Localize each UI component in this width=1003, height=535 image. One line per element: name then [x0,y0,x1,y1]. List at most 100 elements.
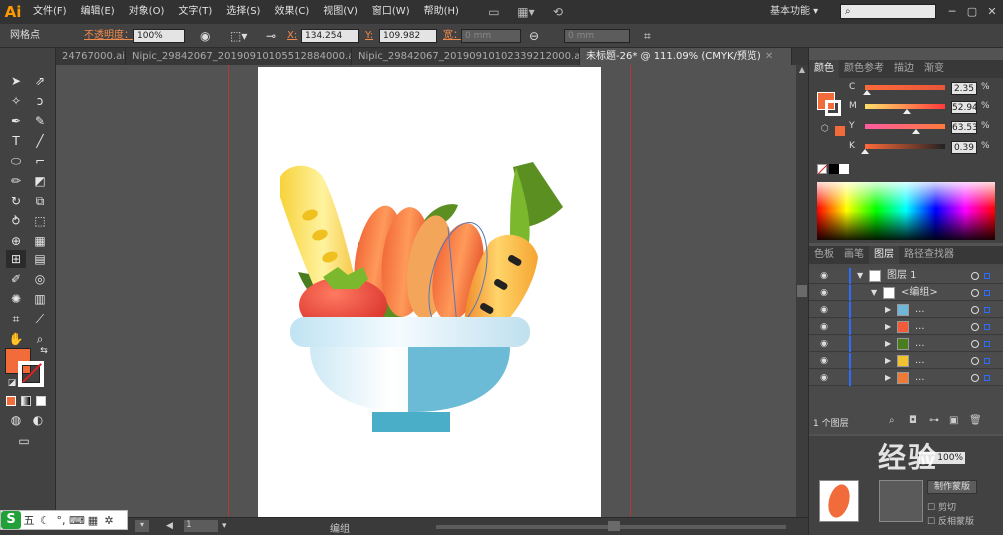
layer-row[interactable]: ◉ ▼ <编组> [809,285,1003,301]
magenta-value[interactable]: 52.94 [951,101,978,114]
expand-triangle-icon[interactable]: ▶ [885,302,891,318]
gamut-swatch[interactable] [835,126,845,136]
black-track[interactable] [865,144,945,149]
gradient-tool-icon[interactable]: ▤ [30,250,50,268]
make-clipping-mask-icon[interactable]: ◘ [909,415,917,426]
menu-effect[interactable]: 效果(C) [267,0,316,24]
minimize-icon[interactable]: ─ [942,0,962,24]
visibility-eye-icon[interactable]: ◉ [817,287,831,299]
default-colors-icon[interactable]: ◪ [2,374,22,392]
recolor-icon[interactable]: ◉ [200,24,210,48]
scroll-thumb[interactable] [797,285,807,297]
target-circle-icon[interactable] [971,340,979,348]
artboard-tool-icon[interactable]: ⌗ [6,310,26,328]
doc-tab-active[interactable]: 未标题-26* @ 111.09% (CMYK/预览) ✕ [580,48,792,65]
clip-checkbox[interactable]: ☐ 剪切 [927,500,956,513]
warp-tool-icon[interactable]: ⥁ [6,212,26,230]
slice-tool-icon[interactable]: ⟋ [30,310,50,328]
visibility-eye-icon[interactable]: ◉ [817,372,831,384]
doc-tab[interactable]: 24767000.ai*✕ [56,48,126,65]
mask-thumbnail[interactable] [879,480,923,522]
curvature-tool-icon[interactable]: ✎ [30,112,50,130]
locate-object-icon[interactable]: ⌕ [889,415,895,426]
color-stroke-swatch[interactable] [825,100,841,116]
keyboard-icon[interactable]: ⌨ [69,514,85,527]
paintbrush-tool-icon[interactable]: ⌐ [30,152,50,170]
target-circle-icon[interactable] [971,272,979,280]
visibility-eye-icon[interactable]: ◉ [817,338,831,350]
tab-brushes[interactable]: 画笔 [839,246,869,264]
tab-pathfinder[interactable]: 路径查找器 [899,246,959,264]
hand-tool-icon[interactable]: ✋ [6,330,26,348]
selection-tool-icon[interactable]: ➤ [6,72,26,90]
cyan-thumb[interactable] [862,90,871,95]
page-field[interactable]: 1 [184,520,218,532]
direct-selection-tool-icon[interactable]: ⇗ [30,72,50,90]
black-swatch[interactable] [829,164,839,174]
layer-row[interactable]: ◉ ▶... [809,336,1003,352]
cyan-value[interactable]: 2.35 [951,82,977,95]
artboard[interactable] [258,67,601,517]
tab-color-guide[interactable]: 颜色参考 [839,60,889,78]
doc-tab[interactable]: Nipic_29842067_20190910105512884000.ai*✕ [126,48,352,65]
opacity-label[interactable]: 不透明度： [84,24,134,48]
yellow-thumb[interactable] [911,129,920,134]
tab-stroke[interactable]: 描边 [889,60,919,78]
zoom-dropdown[interactable]: ▾ [135,520,149,532]
blend-tool-icon[interactable]: ◎ [30,270,50,288]
screen-mode-icon[interactable]: ▭ [14,432,34,450]
tab-gradient[interactable]: 渐变 [919,60,949,78]
target-circle-icon[interactable] [971,289,979,297]
search-input[interactable]: ⌕ [840,4,936,19]
selection-indicator[interactable] [984,273,990,279]
page-dropdown-icon[interactable]: ▾ [222,521,227,531]
out-of-gamut-icon[interactable]: ⬡ [821,124,829,134]
yellow-value[interactable]: 63.53 [951,121,978,134]
lasso-tool-icon[interactable]: ↄ [30,92,50,110]
selection-indicator[interactable] [984,290,990,296]
menu-view[interactable]: 视图(V) [316,0,365,24]
line-tool-icon[interactable]: ╱ [30,132,50,150]
prev-page-icon[interactable]: ◀ [166,521,173,531]
none-mode-icon[interactable] [36,396,46,406]
align-icon[interactable]: ⊸ [266,24,276,48]
tab-layers[interactable]: 图层 [869,246,899,264]
height-field[interactable]: 0 mm [564,29,630,43]
fruit-bowl-illustration[interactable] [258,67,601,517]
color-mode-icon[interactable] [6,396,16,406]
ellipse-tool-icon[interactable]: ⬭ [6,152,26,170]
target-circle-icon[interactable] [971,374,979,382]
target-circle-icon[interactable] [971,357,979,365]
invert-mask-checkbox[interactable]: ☐ 反相蒙版 [927,514,974,527]
tools-icon[interactable]: ✲ [101,514,117,527]
pencil-tool-icon[interactable]: ✏ [6,172,26,190]
opacity-field[interactable]: 100% [133,29,185,43]
expand-triangle-icon[interactable]: ▼ [871,285,877,301]
cyan-track[interactable] [865,85,945,90]
transform-icon[interactable]: ⌗ [644,24,651,48]
pen-tool-icon[interactable]: ✒ [6,112,26,130]
expand-triangle-icon[interactable]: ▶ [885,370,891,386]
close-window-icon[interactable]: ✕ [982,0,1002,24]
menu-edit[interactable]: 编辑(E) [74,0,122,24]
menu-object[interactable]: 对象(O) [122,0,172,24]
visibility-eye-icon[interactable]: ◉ [817,270,831,282]
moon-icon[interactable]: ☾ [37,514,53,527]
magenta-thumb[interactable] [903,109,912,114]
menu-type[interactable]: 文字(T) [171,0,219,24]
layer-row[interactable]: ◉ ▼ 图层 1 [809,268,1003,284]
selection-indicator[interactable] [984,375,990,381]
perspective-grid-tool-icon[interactable]: ▦ [30,232,50,250]
scale-tool-icon[interactable]: ⧉ [30,192,50,210]
shape-builder-tool-icon[interactable]: ⊕ [6,232,26,250]
visibility-eye-icon[interactable]: ◉ [817,321,831,333]
layer-row[interactable]: ◉ ▶... [809,370,1003,386]
y-field[interactable]: 109.982 [379,29,437,43]
type-tool-icon[interactable]: T [6,132,26,150]
new-sublayer-icon[interactable]: ⊶ [929,415,939,426]
punctuation-icon[interactable]: °, [53,514,69,527]
swap-fill-stroke-icon[interactable]: ⇆ [34,342,54,360]
visibility-eye-icon[interactable]: ◉ [817,355,831,367]
layer-row[interactable]: ◉ ▶... [809,353,1003,369]
gradient-mode-icon[interactable] [21,396,31,406]
